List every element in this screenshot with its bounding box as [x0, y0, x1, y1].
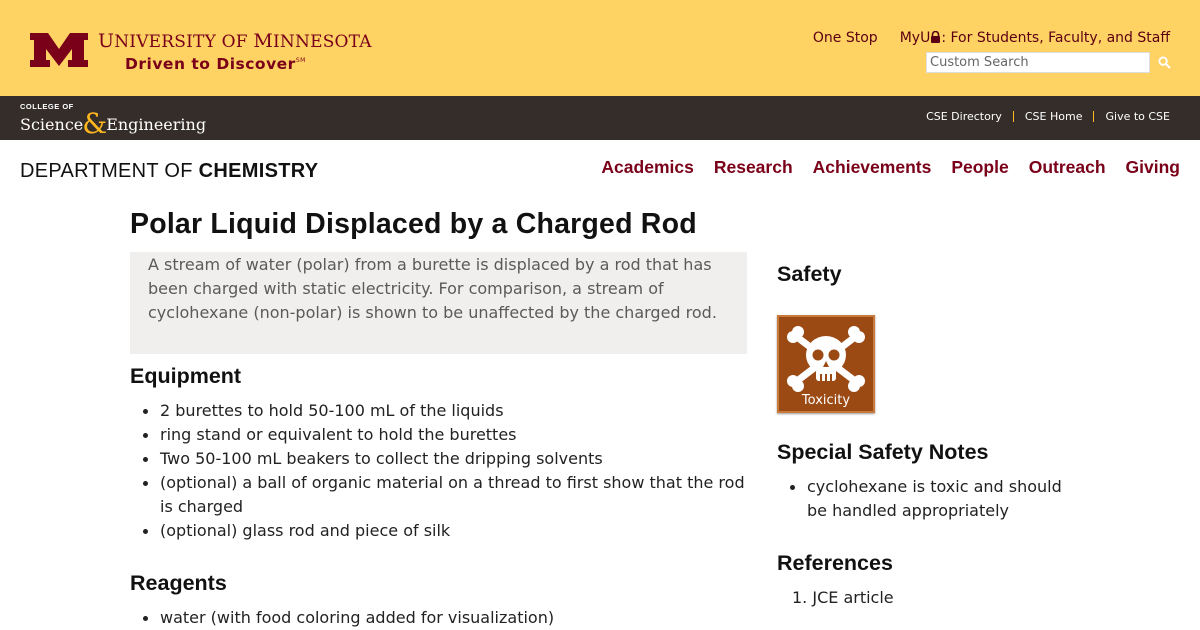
search-icon: [1157, 56, 1171, 69]
nav-achievements[interactable]: Achievements: [813, 157, 932, 178]
safety-heading: Safety: [777, 262, 842, 286]
reference-item: 1. JCE article: [777, 586, 1067, 610]
nav-outreach[interactable]: Outreach: [1029, 157, 1106, 178]
list-item: cyclohexane is toxic and should be handl…: [777, 475, 1067, 523]
toxicity-hazard-badge: Toxicity: [777, 315, 875, 413]
page-title: Polar Liquid Displaced by a Charged Rod: [130, 208, 697, 240]
list-item: (optional) a ball of organic material on…: [130, 471, 747, 519]
hazard-label: Toxicity: [801, 393, 851, 408]
special-safety-notes-list: cyclohexane is toxic and should be handl…: [777, 475, 1067, 523]
special-safety-notes-heading: Special Safety Notes: [777, 440, 989, 464]
cse-logo-small-text: COLLEGE OF: [20, 102, 74, 111]
main-nav: Academics Research Achievements People O…: [581, 157, 1180, 178]
intro-line: cyclohexane (non-polar) is shown to be u…: [148, 303, 717, 322]
list-item: Two 50-100 mL beakers to collect the dri…: [130, 447, 747, 471]
nav-people[interactable]: People: [951, 157, 1008, 178]
one-stop-link[interactable]: One Stop: [813, 30, 878, 46]
cse-home-link[interactable]: CSE Home: [1025, 110, 1083, 123]
reagents-heading: Reagents: [130, 571, 227, 595]
cse-logo[interactable]: COLLEGE OF Science&Engineering: [20, 102, 207, 140]
cse-directory-link[interactable]: CSE Directory: [926, 110, 1002, 123]
list-item: water (with food coloring added for visu…: [130, 606, 747, 630]
cse-logo-wordmark: Science&Engineering: [20, 107, 207, 140]
reagents-list: water (with food coloring added for visu…: [130, 606, 747, 630]
equipment-list: 2 burettes to hold 50-100 mL of the liqu…: [130, 399, 747, 543]
search-button[interactable]: [1154, 53, 1174, 73]
intro-line: A stream of water (polar) from a burette…: [148, 255, 712, 274]
college-bar: COLLEGE OF Science&Engineering CSE Direc…: [0, 96, 1200, 140]
equipment-heading: Equipment: [130, 364, 242, 388]
university-name: UNIVERSITY OF MINNESOTA: [98, 30, 372, 52]
university-tagline: Driven to DiscoverSM: [125, 55, 306, 73]
university-logo[interactable]: UNIVERSITY OF MINNESOTA Driven to Discov…: [30, 30, 372, 73]
site-search: [926, 52, 1174, 73]
reference-number: 1.: [792, 588, 808, 607]
reference-link[interactable]: JCE article: [812, 588, 893, 607]
intro-summary: A stream of water (polar) from a burette…: [130, 252, 747, 354]
nav-research[interactable]: Research: [714, 157, 793, 178]
divider: [1012, 111, 1014, 122]
references-list: 1. JCE article: [777, 586, 1067, 610]
references-heading: References: [777, 551, 893, 575]
give-to-cse-link[interactable]: Give to CSE: [1105, 110, 1170, 123]
lock-icon: [931, 31, 941, 43]
divider: [1093, 111, 1095, 122]
list-item: ring stand or equivalent to hold the bur…: [130, 423, 747, 447]
nav-academics[interactable]: Academics: [601, 157, 693, 178]
university-header: UNIVERSITY OF MINNESOTA Driven to Discov…: [0, 0, 1200, 96]
list-item: (optional) glass rod and piece of silk: [130, 519, 747, 543]
list-item: 2 burettes to hold 50-100 mL of the liqu…: [130, 399, 747, 423]
header-utility-links: One Stop MyU: For Students, Faculty, and…: [813, 30, 1170, 46]
block-m-icon: [30, 33, 88, 67]
intro-line: been charged with static electricity. Fo…: [148, 279, 664, 298]
search-input[interactable]: [926, 52, 1150, 73]
department-title[interactable]: DEPARTMENT OF CHEMISTRY: [20, 160, 318, 183]
myu-link[interactable]: MyU: For Students, Faculty, and Staff: [900, 30, 1170, 46]
cse-links: CSE Directory CSE Home Give to CSE: [926, 110, 1170, 123]
nav-giving[interactable]: Giving: [1126, 157, 1180, 178]
